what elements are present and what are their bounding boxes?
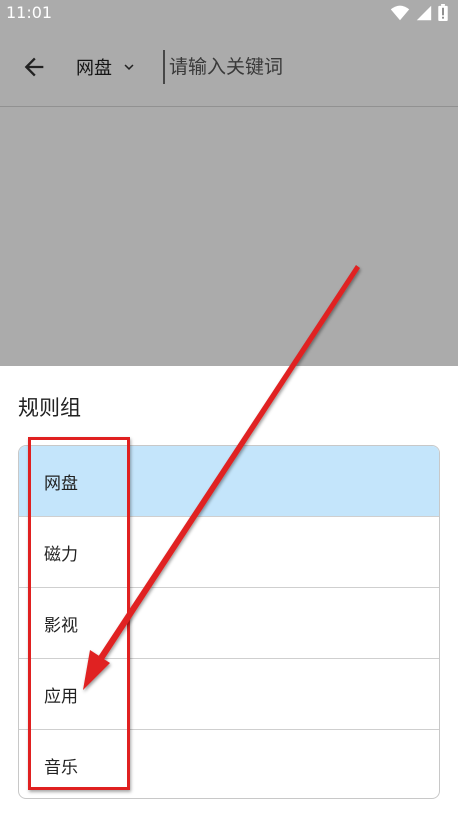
rule-group-list: 网盘 磁力 影视 应用 音乐 <box>18 445 440 799</box>
list-item-label: 磁力 <box>44 544 78 565</box>
modal-scrim[interactable] <box>0 0 458 366</box>
signal-icon <box>416 5 432 20</box>
sheet-title: 规则组 <box>18 396 81 420</box>
battery-icon <box>438 4 448 21</box>
status-icons <box>390 4 448 21</box>
list-item-label: 网盘 <box>44 473 78 494</box>
rule-group-item-video[interactable]: 影视 <box>19 588 439 659</box>
list-item-label: 影视 <box>44 615 78 636</box>
rule-group-item-music[interactable]: 音乐 <box>19 730 439 798</box>
rule-group-bottom-sheet: 规则组 网盘 磁力 影视 应用 音乐 <box>0 366 458 820</box>
status-bar: 11:01 <box>0 0 458 26</box>
wifi-icon <box>390 5 410 20</box>
rule-group-item-app[interactable]: 应用 <box>19 659 439 730</box>
list-item-label: 音乐 <box>44 758 78 778</box>
status-time: 11:01 <box>6 3 53 22</box>
list-item-label: 应用 <box>44 686 78 707</box>
rule-group-item-cloud-drive[interactable]: 网盘 <box>19 446 439 517</box>
rule-group-item-magnet[interactable]: 磁力 <box>19 517 439 588</box>
